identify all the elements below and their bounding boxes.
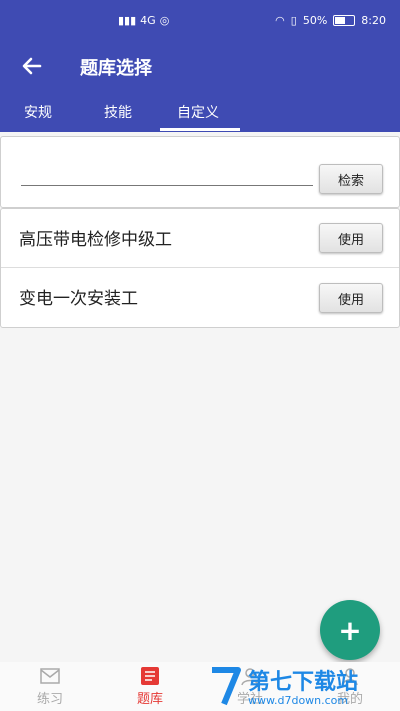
- watermark-text: 第七下载站: [248, 670, 359, 695]
- tab-indicator: [160, 128, 240, 131]
- back-arrow-icon: [22, 57, 42, 75]
- search-input[interactable]: [21, 161, 317, 187]
- bank-name: 高压带电检修中级工: [19, 230, 172, 250]
- status-bar: ▮▮▮ 4G ◎ ◠ ▯ 50% 8:20: [0, 0, 400, 44]
- nav-label: 练习: [36, 692, 63, 707]
- vibrate-icon: ▯: [290, 14, 297, 27]
- nav-practice[interactable]: 练习: [10, 666, 90, 707]
- back-button[interactable]: [18, 52, 46, 80]
- watermark-logo-icon: [212, 667, 241, 706]
- network-type: 4G: [140, 14, 156, 27]
- list-item: 高压带电检修中级工 使用: [1, 209, 399, 267]
- use-button[interactable]: 使用: [319, 223, 383, 253]
- nav-question-bank[interactable]: 题库: [110, 666, 190, 707]
- watermark-url: www.d7down.com: [248, 694, 349, 707]
- tab-custom[interactable]: 自定义: [177, 102, 219, 122]
- list-item: 变电一次安装工 使用: [1, 267, 399, 326]
- search-card: 检索: [0, 136, 400, 208]
- use-button[interactable]: 使用: [319, 283, 383, 313]
- document-icon: [141, 667, 159, 685]
- bank-name: 变电一次安装工: [19, 289, 138, 309]
- tab-skills[interactable]: 技能: [104, 102, 132, 122]
- tab-safety-rules[interactable]: 安规: [24, 102, 52, 122]
- app-bar: 题库选择: [0, 44, 400, 90]
- status-left: ▮▮▮ 4G ◎: [118, 14, 169, 27]
- battery-icon: [333, 15, 356, 26]
- search-button[interactable]: 检索: [319, 164, 383, 194]
- signal-icon: ▮▮▮: [118, 14, 137, 27]
- headphone-icon: ◠: [275, 14, 285, 27]
- status-right: ◠ ▯ 50% 8:20: [275, 14, 386, 27]
- nav-label: 题库: [136, 692, 163, 707]
- wechat-icon: ◎: [159, 14, 170, 27]
- page-title: 题库选择: [80, 58, 152, 79]
- envelope-icon: [40, 668, 60, 684]
- search-underline: [21, 185, 313, 186]
- tab-bar: 安规 技能 自定义: [0, 90, 400, 132]
- plus-icon: +: [338, 613, 362, 647]
- clock: 8:20: [361, 14, 386, 27]
- battery-percent: 50%: [302, 14, 328, 27]
- site-watermark: 第七下载站 www.d7down.com: [208, 664, 398, 710]
- bank-list: 高压带电检修中级工 使用 变电一次安装工 使用: [0, 208, 400, 328]
- add-button[interactable]: +: [320, 600, 380, 660]
